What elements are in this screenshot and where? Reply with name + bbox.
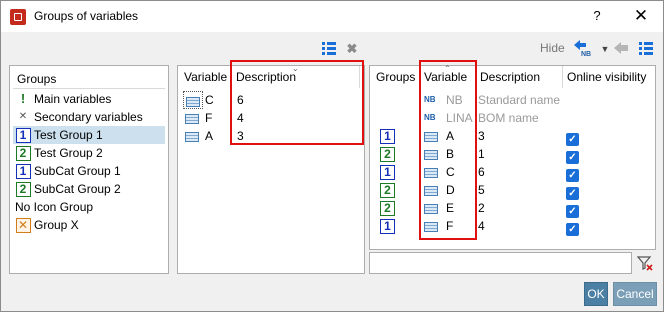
nb-arrow-icon[interactable]: NB: [572, 39, 592, 58]
hide-button[interactable]: Hide: [540, 41, 565, 55]
variable-icon: [183, 91, 203, 109]
list-icon[interactable]: [321, 41, 337, 57]
badge-2-icon: 2: [15, 145, 31, 161]
window-title: Groups of variables: [34, 9, 139, 23]
exclamation-icon: !: [20, 91, 26, 106]
highlight-box: [419, 60, 477, 240]
description-cell: 1: [478, 147, 485, 161]
dropdown-arrow-icon[interactable]: ▼: [597, 41, 613, 57]
table-row[interactable]: 1 C 6 ✓: [372, 163, 654, 182]
variable-icon: [185, 109, 199, 127]
table-row[interactable]: 1 F 4 ✓: [372, 217, 654, 237]
x-small-icon: ✕: [18, 111, 28, 122]
description-cell: 4: [478, 219, 485, 233]
table-row[interactable]: 2 D 5 ✓: [372, 181, 654, 200]
table-row[interactable]: NB NB Standard name: [372, 91, 654, 109]
column-header-description[interactable]: Description: [476, 66, 563, 88]
table-row[interactable]: 2 B 1 ✓: [372, 145, 654, 164]
clear-filter-icon[interactable]: [636, 255, 653, 271]
description-cell: 3: [478, 129, 485, 143]
app-logo-icon: [10, 9, 26, 25]
filter-input[interactable]: [369, 252, 632, 274]
badge-2-icon: 2: [380, 145, 395, 163]
groups-panel: Groups ! Main variables ✕ Secondary vari…: [9, 65, 169, 274]
group-item-subcat-group-1[interactable]: 1 SubCat Group 1: [13, 162, 165, 180]
badge-1-icon: 1: [15, 163, 31, 179]
help-button[interactable]: ?: [585, 5, 609, 27]
table-row[interactable]: 2 E 2 ✓: [372, 199, 654, 218]
badge-1-icon: 1: [380, 127, 395, 145]
group-item-test-group-2[interactable]: 2 Test Group 2: [13, 144, 165, 162]
left-arrow-icon[interactable]: [613, 41, 629, 57]
close-button[interactable]: ✕: [629, 5, 653, 27]
cancel-button[interactable]: Cancel: [613, 282, 657, 306]
table-row[interactable]: NB LINA BOM name: [372, 109, 654, 127]
description-cell: Standard name: [478, 93, 561, 107]
group-item-subcat-group-2[interactable]: 2 SubCat Group 2: [13, 180, 165, 198]
group-item-group-x[interactable]: ✕ Group X: [13, 216, 165, 234]
all-variables-table: Groups Variable Description Online visib…: [369, 64, 656, 250]
variable-cell: C: [205, 93, 214, 107]
badge-2-icon: 2: [380, 181, 395, 199]
dialog-window: Groups of variables ? ✕ ✖ Hide NB ▼ Grou…: [0, 0, 664, 312]
variable-icon: [185, 127, 199, 145]
badge-x-icon: ✕: [15, 217, 31, 233]
description-cell: BOM name: [478, 111, 539, 125]
groups-header: Groups: [13, 69, 165, 89]
badge-2-icon: 2: [380, 199, 395, 217]
table-row[interactable]: 1 A 3 ✓: [372, 127, 654, 146]
badge-2-icon: 2: [15, 181, 31, 197]
group-item-secondary-variables[interactable]: ✕ Secondary variables: [13, 108, 165, 126]
group-item-test-group-1[interactable]: 1 Test Group 1: [13, 126, 165, 144]
delete-icon[interactable]: ✖: [344, 41, 360, 57]
column-header-variable[interactable]: Variable: [180, 66, 232, 88]
variable-cell: F: [205, 111, 213, 125]
svg-text:NB: NB: [581, 51, 591, 57]
title-bar: Groups of variables ? ✕: [1, 1, 663, 32]
badge-1-icon: 1: [15, 127, 31, 143]
badge-1-icon: 1: [380, 163, 395, 181]
badge-1-icon: 1: [380, 217, 395, 235]
description-cell: 5: [478, 183, 485, 197]
highlight-box: [230, 60, 364, 145]
online-visibility-checkbox[interactable]: ✓: [566, 219, 579, 237]
column-header-groups[interactable]: Groups: [372, 66, 420, 88]
list-icon[interactable]: [638, 41, 654, 57]
group-item-main-variables[interactable]: ! Main variables: [13, 90, 165, 108]
column-header-online-visibility[interactable]: Online visibility: [563, 66, 655, 88]
ok-button[interactable]: OK: [584, 282, 608, 306]
description-cell: 2: [478, 201, 485, 215]
description-cell: 6: [478, 165, 485, 179]
group-item-no-icon-group[interactable]: No Icon Group: [13, 198, 165, 216]
variable-cell: A: [205, 129, 214, 143]
